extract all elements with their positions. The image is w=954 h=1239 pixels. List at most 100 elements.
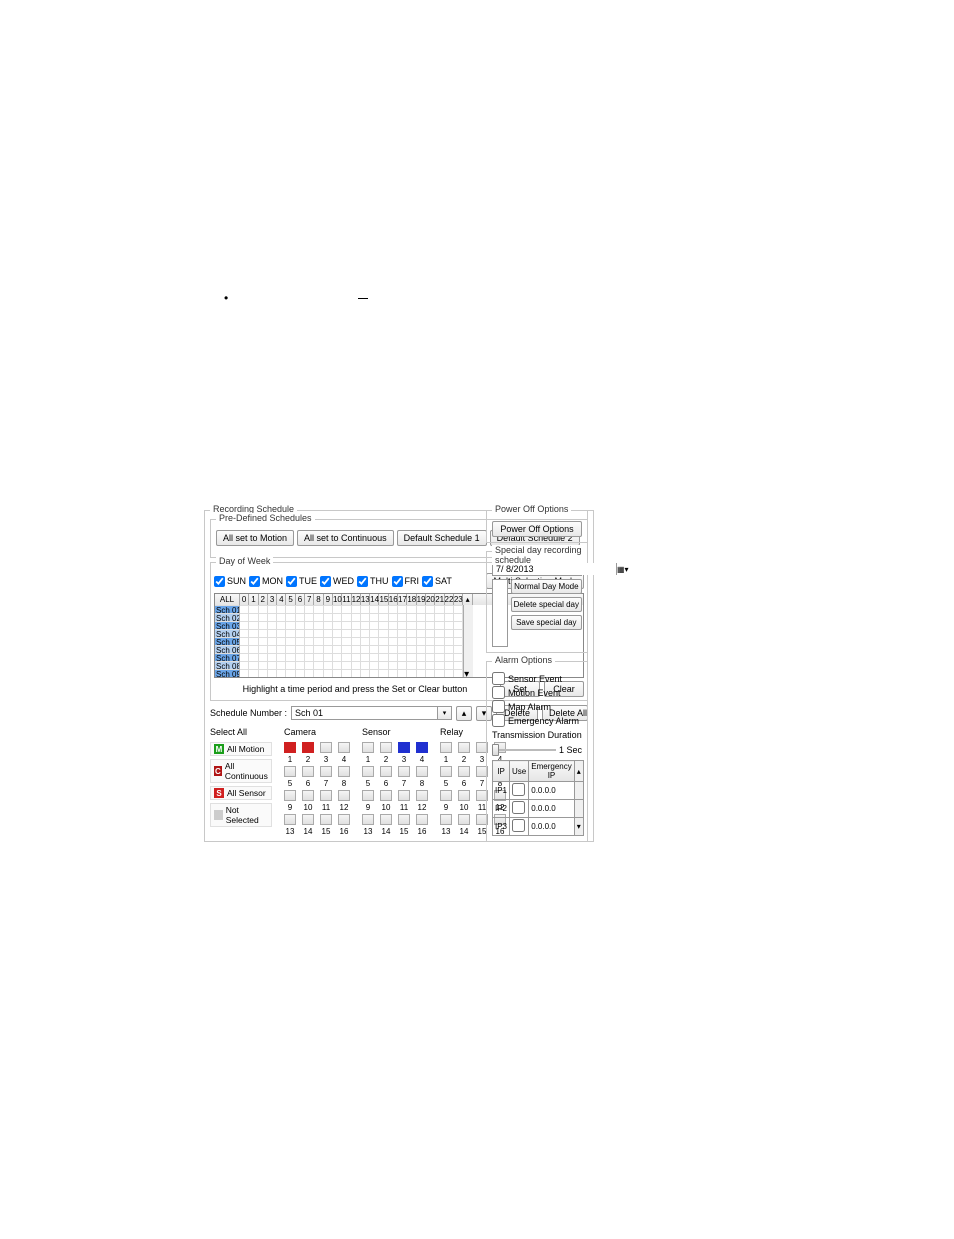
hour-header[interactable]: 16 [389, 594, 398, 605]
grid-cell[interactable] [362, 766, 374, 777]
duration-slider[interactable] [492, 743, 556, 757]
scroll-up-icon[interactable]: ▴ [574, 761, 583, 782]
hour-header[interactable]: 9 [324, 594, 333, 605]
hour-header[interactable]: 10 [333, 594, 342, 605]
grid-cell[interactable] [284, 814, 296, 825]
sensor-grid[interactable]: 12345678910111213141516 [362, 742, 430, 836]
dow-sun[interactable]: SUN [214, 576, 246, 587]
schedule-number-input[interactable] [292, 707, 437, 719]
hour-header[interactable]: 7 [305, 594, 314, 605]
map-alarm-check[interactable]: Map Alarm [492, 700, 582, 713]
schedule-number-combo[interactable]: ▾ [291, 706, 452, 720]
table-row[interactable]: IP10.0.0.0 [493, 782, 584, 800]
use-check[interactable] [512, 819, 525, 832]
hour-header[interactable]: 2 [259, 594, 268, 605]
camera-grid[interactable]: 12345678910111213141516 [284, 742, 352, 836]
grid-cell[interactable] [416, 766, 428, 777]
grid-cell[interactable] [458, 766, 470, 777]
grid-cell[interactable] [320, 790, 332, 801]
sensor-event-check[interactable]: Sensor Event [492, 672, 582, 685]
hour-header[interactable]: 15 [379, 594, 388, 605]
use-check[interactable] [512, 801, 525, 814]
grid-cell[interactable] [398, 742, 410, 753]
all-sensor-mode[interactable]: SAll Sensor [210, 786, 272, 800]
grid-cell[interactable] [338, 742, 350, 753]
grid-cell[interactable] [416, 814, 428, 825]
grid-cell[interactable] [416, 742, 428, 753]
grid-cell[interactable] [380, 742, 392, 753]
delete-special-button[interactable]: Delete special day [511, 597, 582, 612]
emergency-alarm-check[interactable]: Emergency Alarm [492, 714, 582, 727]
grid-cell[interactable] [320, 814, 332, 825]
grid-cell[interactable] [458, 742, 470, 753]
dow-tue[interactable]: TUE [286, 576, 317, 587]
grid-cell[interactable] [440, 742, 452, 753]
all-motion-button[interactable]: All set to Motion [216, 530, 294, 546]
hour-header[interactable]: 0 [240, 594, 249, 605]
hour-header[interactable]: 17 [398, 594, 407, 605]
grid-cell[interactable] [380, 814, 392, 825]
all-continuous-button[interactable]: All set to Continuous [297, 530, 394, 546]
dow-fri[interactable]: FRI [392, 576, 420, 587]
all-motion-mode[interactable]: MAll Motion [210, 742, 272, 756]
hour-header[interactable]: 6 [296, 594, 305, 605]
special-day-list[interactable] [492, 579, 508, 647]
grid-cell[interactable] [362, 790, 374, 801]
use-check[interactable] [512, 783, 525, 796]
grid-cell[interactable] [320, 766, 332, 777]
all-continuous-mode[interactable]: CAll Continuous [210, 759, 272, 783]
grid-cell[interactable] [338, 814, 350, 825]
grid-cell[interactable] [338, 766, 350, 777]
grid-cell[interactable] [362, 742, 374, 753]
hour-header[interactable]: 21 [435, 594, 444, 605]
grid-cell[interactable] [440, 790, 452, 801]
grid-cell[interactable] [380, 790, 392, 801]
hour-header[interactable]: 14 [370, 594, 379, 605]
grid-cell[interactable] [284, 766, 296, 777]
grid-cell[interactable] [458, 790, 470, 801]
hour-header[interactable]: 8 [314, 594, 323, 605]
grid-cell[interactable] [284, 790, 296, 801]
hour-header[interactable]: 19 [417, 594, 426, 605]
grid-cell[interactable] [302, 790, 314, 801]
hour-header[interactable]: 18 [407, 594, 416, 605]
chevron-down-icon[interactable]: ▾ [437, 707, 451, 719]
grid-cell[interactable] [380, 766, 392, 777]
default-schedule1-button[interactable]: Default Schedule 1 [397, 530, 487, 546]
grid-cell[interactable] [338, 790, 350, 801]
grid-cell[interactable] [398, 766, 410, 777]
hour-header[interactable]: 20 [426, 594, 435, 605]
hour-header[interactable]: 11 [342, 594, 351, 605]
grid-cell[interactable] [302, 742, 314, 753]
hour-header[interactable]: 1 [249, 594, 258, 605]
grid-cell[interactable] [458, 814, 470, 825]
move-up-button[interactable]: ▴ [456, 706, 472, 721]
grid-cell[interactable] [398, 814, 410, 825]
grid-cell[interactable] [416, 790, 428, 801]
all-column-header[interactable]: ALL [215, 594, 240, 605]
grid-cell[interactable] [302, 814, 314, 825]
dow-sat[interactable]: SAT [422, 576, 452, 587]
grid-cell[interactable] [302, 766, 314, 777]
grid-cell[interactable] [398, 790, 410, 801]
motion-event-check[interactable]: Motion Event [492, 686, 582, 699]
normal-day-button[interactable]: Normal Day Mode [511, 579, 582, 594]
grid-cell[interactable] [284, 742, 296, 753]
scroll-up-icon[interactable]: ▴ [463, 594, 473, 605]
hour-header[interactable]: 12 [352, 594, 361, 605]
hour-header[interactable]: 4 [277, 594, 286, 605]
not-selected-mode[interactable]: Not Selected [210, 803, 272, 827]
table-row[interactable]: IP20.0.0.0 [493, 800, 584, 818]
grid-cell[interactable] [362, 814, 374, 825]
hour-header[interactable]: 23 [454, 594, 463, 605]
table-row[interactable]: IP30.0.0.0▾ [493, 818, 584, 836]
power-off-button[interactable]: Power Off Options [492, 521, 582, 537]
dow-thu[interactable]: THU [357, 576, 389, 587]
calendar-icon[interactable]: ▦▾ [616, 563, 629, 575]
hour-header[interactable]: 22 [445, 594, 454, 605]
grid-cell[interactable] [320, 742, 332, 753]
hour-header[interactable]: 3 [268, 594, 277, 605]
dow-wed[interactable]: WED [320, 576, 354, 587]
grid-cell[interactable] [440, 766, 452, 777]
hour-header[interactable]: 5 [286, 594, 295, 605]
